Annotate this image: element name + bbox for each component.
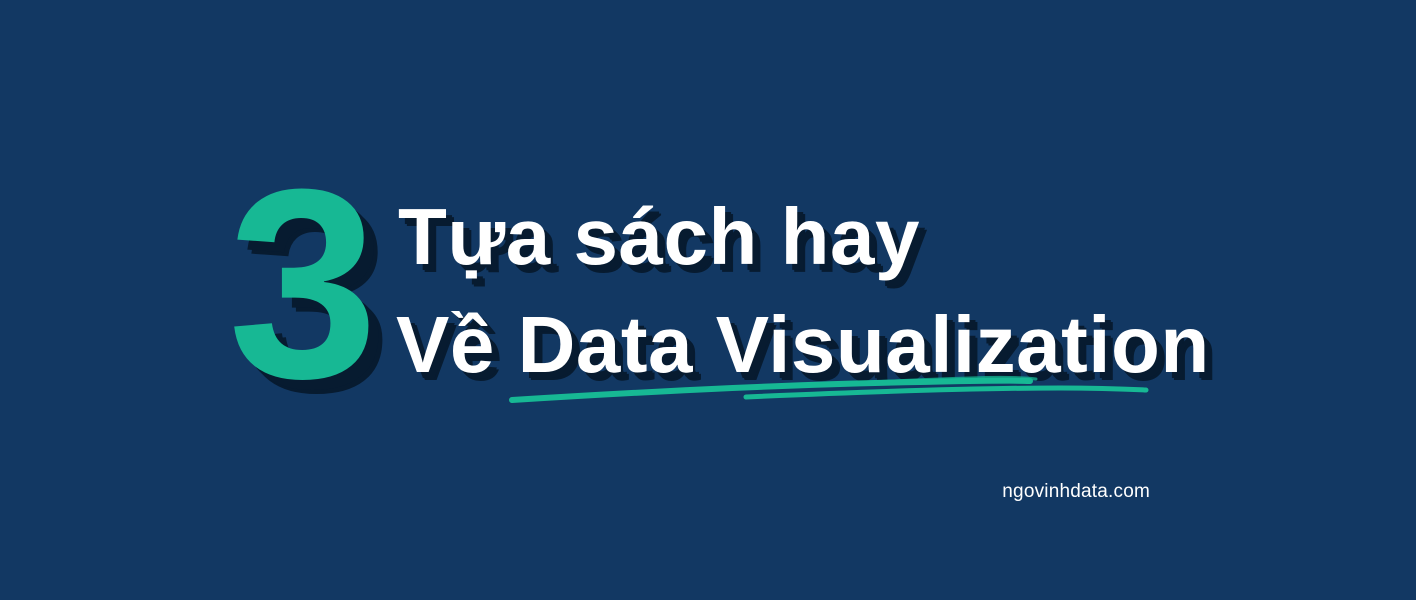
brush-stroke-bottom — [743, 385, 1149, 400]
brush-underline-icon — [509, 375, 1149, 403]
headline-number: 3 — [228, 134, 378, 435]
headline-line-1: Tựa sách hay — [398, 192, 920, 281]
website-url: ngovinhdata.com — [1002, 481, 1150, 502]
banner-canvas: 3 Tựa sách hay Về Data Visualization ngo… — [0, 0, 1416, 600]
